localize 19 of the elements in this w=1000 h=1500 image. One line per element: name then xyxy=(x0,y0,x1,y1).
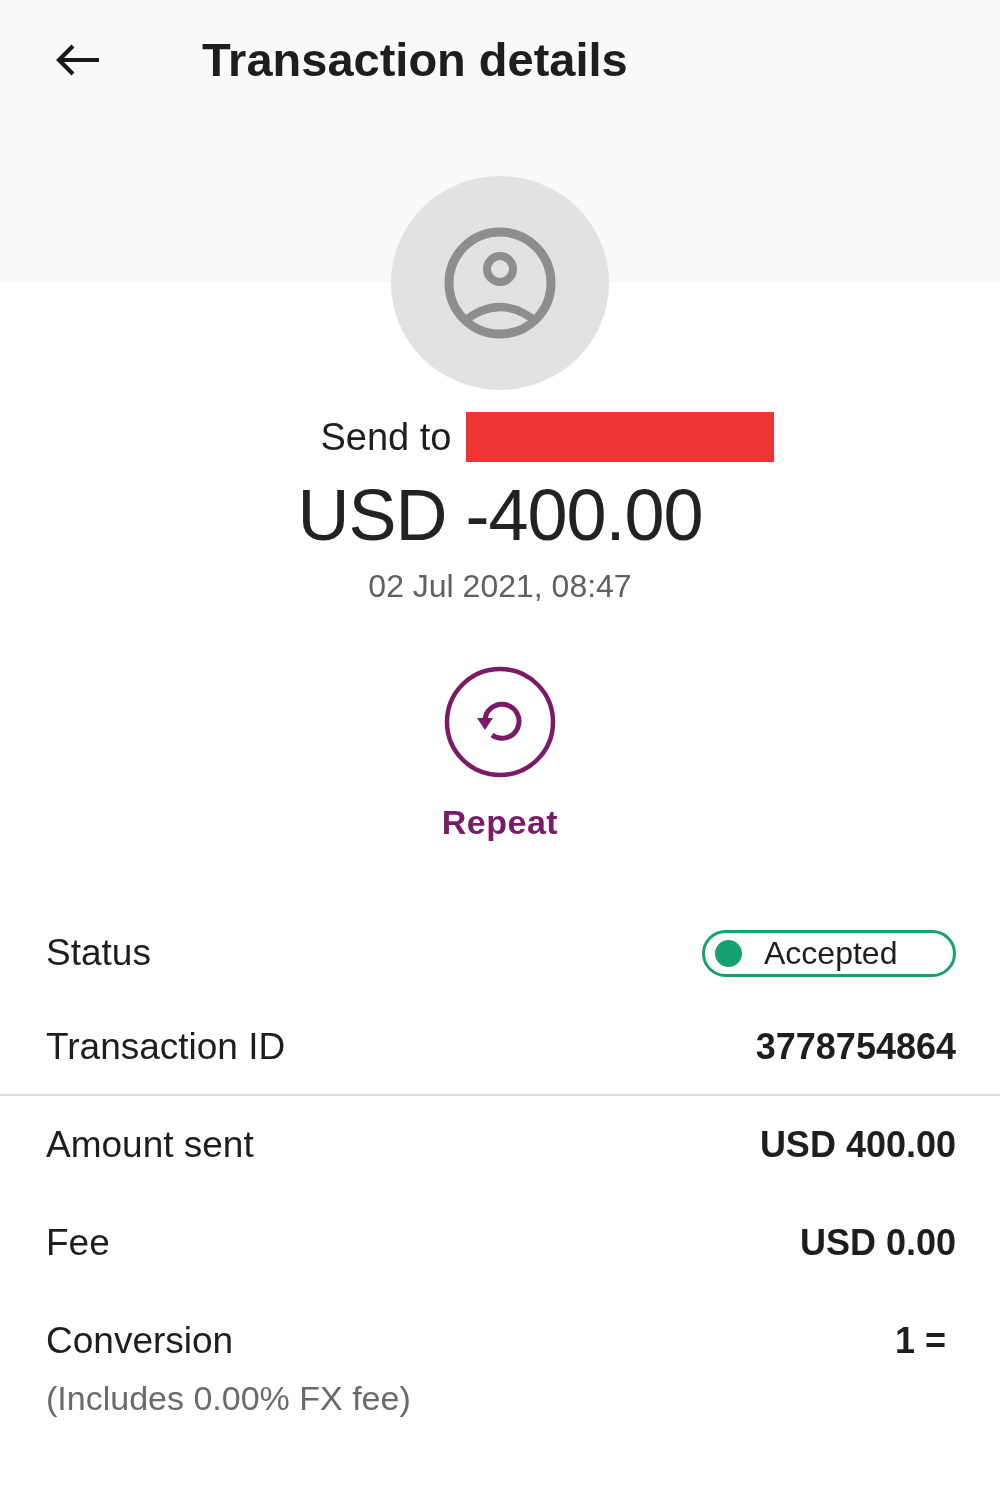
repeat-button[interactable]: Repeat xyxy=(441,666,559,844)
breakdown-label: Fee xyxy=(46,1221,110,1265)
detail-label: Transaction ID xyxy=(46,1025,286,1069)
breakdown-label: Amount sent xyxy=(46,1123,254,1167)
refresh-icon xyxy=(444,666,556,778)
breakdown-value: 1 = xyxy=(894,1319,946,1363)
page-title: Transaction details xyxy=(202,32,628,88)
back-arrow-icon[interactable] xyxy=(55,44,101,76)
breakdown-value: USD 400.00 xyxy=(759,1123,956,1167)
status-text: Accepted xyxy=(764,934,898,973)
detail-value: 3778754864 xyxy=(755,1025,956,1069)
person-silhouette-icon xyxy=(444,227,556,339)
recipient-label: Send to xyxy=(320,415,452,460)
transaction-amount: USD -400.00 xyxy=(297,475,703,555)
breakdown-label: Conversion xyxy=(46,1319,235,1363)
breakdown-note: (Includes 0.00% FX fee) xyxy=(46,1378,411,1419)
transaction-date: 02 Jul 2021, 08:47 xyxy=(368,567,632,606)
breakdown-value: USD 0.00 xyxy=(799,1221,956,1265)
detail-label: Status xyxy=(46,931,151,975)
